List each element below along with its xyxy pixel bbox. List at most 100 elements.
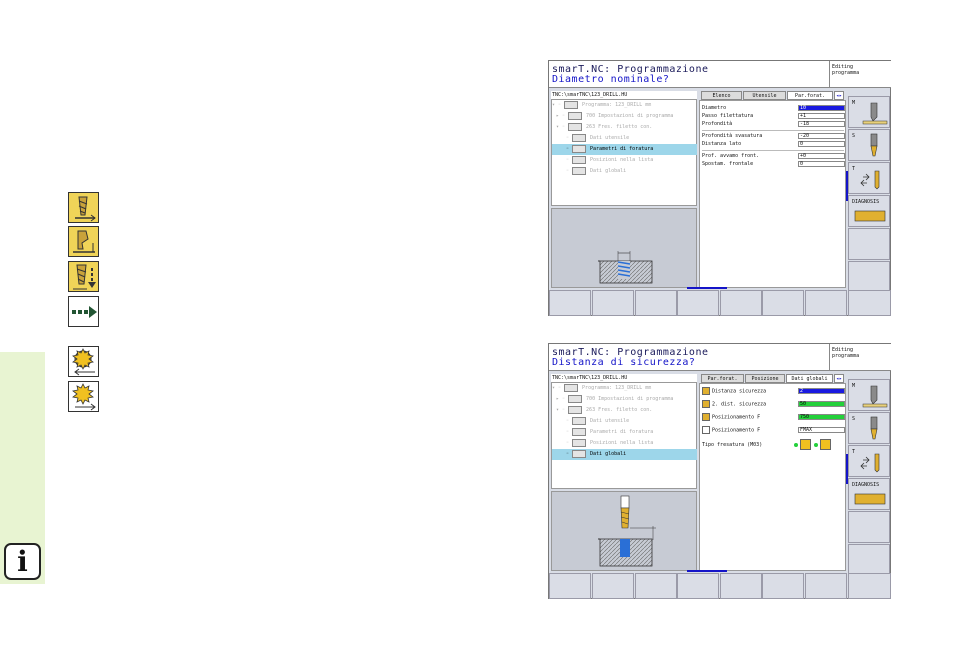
- form-row: Diametro 10: [702, 104, 846, 112]
- softkey-s[interactable]: S: [848, 129, 890, 161]
- screen-prompt: Distanza di sicurezza?: [552, 357, 696, 368]
- tree-item[interactable]: ▸ ◦ 700 Impostazioni di programma: [552, 111, 697, 122]
- tree-item[interactable]: ◦ Posizioni nella lista: [552, 438, 697, 449]
- tree-item[interactable]: ◦ Dati utensile: [552, 133, 697, 144]
- softkey-h1[interactable]: [549, 290, 591, 316]
- tab-utensile[interactable]: Utensile: [743, 91, 786, 100]
- tab-dati-globali[interactable]: Dati globali: [786, 374, 833, 383]
- safety-distance-field[interactable]: 2: [798, 388, 845, 394]
- program-tree: ▾ ◦ Programma: 123_DRILL mm ▸ ◦ 700 Impo…: [551, 99, 697, 206]
- field-label: Prof. avvamo front.: [702, 153, 760, 159]
- softkey-h3[interactable]: [635, 573, 677, 599]
- tree-item[interactable]: ▸ ◦ 700 Impostazioni di programma: [552, 394, 697, 405]
- softkey-s[interactable]: S: [848, 412, 890, 444]
- field-label: Profondità svasatura: [702, 133, 763, 139]
- second-safety-icon: [702, 400, 710, 408]
- feed-positioning-field[interactable]: 750: [798, 414, 845, 420]
- graphic-preview: [551, 208, 697, 288]
- softkey-h1[interactable]: [549, 573, 591, 599]
- softkey-m[interactable]: M: [848, 379, 890, 411]
- info-icon[interactable]: i: [4, 543, 41, 580]
- second-safety-field[interactable]: 50: [798, 401, 845, 407]
- tree-item[interactable]: ◦ Posizioni nella lista: [552, 155, 697, 166]
- countersink-depth-field[interactable]: -20: [798, 133, 845, 139]
- softkey-diagnosis[interactable]: DIAGNOSIS: [848, 478, 890, 510]
- form-row: Profondità svasatura -20: [702, 132, 846, 140]
- tree-item[interactable]: ◦ Dati globali: [552, 166, 697, 177]
- field-label: Passo filettatura: [702, 113, 754, 119]
- field-label: Posizionamento F: [712, 414, 761, 421]
- softkey-h8[interactable]: [848, 290, 891, 316]
- softkey-h4[interactable]: [677, 573, 719, 599]
- divider: [702, 130, 844, 131]
- softkey-empty-5[interactable]: [848, 511, 890, 543]
- form-row: Posizionamento F 750: [702, 413, 846, 421]
- softkey-empty-6[interactable]: [848, 261, 890, 293]
- front-offset-field[interactable]: 0: [798, 161, 845, 167]
- thread-pitch-field[interactable]: +1: [798, 113, 845, 119]
- softkey-empty-6[interactable]: [848, 544, 890, 576]
- softkey-h6[interactable]: [762, 290, 804, 316]
- softkey-h2[interactable]: [592, 573, 634, 599]
- tnc-screen-2: smarT.NC: Programmazione Distanza di sic…: [548, 343, 891, 599]
- form-row: Passo filettatura +1: [702, 112, 846, 120]
- softkey-m[interactable]: M: [848, 96, 890, 128]
- softkey-h2[interactable]: [592, 290, 634, 316]
- tab-posizione[interactable]: Posizione: [745, 374, 785, 383]
- side-distance-field[interactable]: 0: [798, 141, 845, 147]
- drill-thread-icon: [68, 192, 99, 223]
- softkey-h6[interactable]: [762, 573, 804, 599]
- tree-item[interactable]: ▾ ◦ 263 Fres. filetto con.: [552, 122, 697, 133]
- depth-field[interactable]: -18: [798, 121, 845, 127]
- rapid-positioning-field[interactable]: FMAX: [798, 427, 845, 433]
- active-softbar-indicator: [687, 287, 727, 289]
- screen-header: smarT.NC: Programmazione Distanza di sic…: [549, 344, 830, 371]
- softkey-h3[interactable]: [635, 290, 677, 316]
- milling-type-radio-1[interactable]: [794, 443, 798, 447]
- tree-item[interactable]: ◦ Parametri di foratura: [552, 427, 697, 438]
- tool-icon: [870, 416, 878, 440]
- front-depth-field[interactable]: +0: [798, 153, 845, 159]
- drill-step-icon: [68, 261, 99, 292]
- softkey-h7[interactable]: [805, 290, 847, 316]
- climb-milling-icon[interactable]: [800, 439, 811, 450]
- tab-scroll-icon[interactable]: ◂▸: [834, 374, 844, 383]
- tree-item[interactable]: ▾ ◦ Programma: 123_DRILL mm: [552, 383, 697, 394]
- softkey-h5[interactable]: [720, 573, 762, 599]
- mode-line-2: programma: [832, 353, 860, 359]
- softkey-h8[interactable]: [848, 573, 891, 599]
- tree-item[interactable]: ◦ Dati utensile: [552, 416, 697, 427]
- milling-type-radio-2[interactable]: [814, 443, 818, 447]
- tab-elenco[interactable]: Elenco: [701, 91, 742, 100]
- tab-scroll-icon[interactable]: ◂▸: [834, 91, 844, 100]
- diameter-field[interactable]: 10: [798, 105, 845, 111]
- tab-par-forat[interactable]: Par.forat.: [787, 91, 833, 100]
- tab-par-forat[interactable]: Par.forat.: [701, 374, 744, 383]
- softkey-t[interactable]: T: [848, 162, 890, 194]
- tool-change-icon: [860, 453, 880, 473]
- tree-item[interactable]: ▾ ◦ 263 Fres. filetto con.: [552, 405, 697, 416]
- parameter-form: Distanza sicurezza 2 2. dist. sicurezza 50…: [699, 383, 846, 571]
- tree-item-selected[interactable]: ◦ Parametri di foratura: [552, 144, 697, 155]
- mode-line-2: programma: [832, 70, 860, 76]
- softkey-h4[interactable]: [677, 290, 719, 316]
- divider: [702, 150, 844, 151]
- conventional-milling-icon[interactable]: [820, 439, 831, 450]
- softkey-t[interactable]: T: [848, 445, 890, 477]
- softkey-h5[interactable]: [720, 290, 762, 316]
- softkey-diagnosis[interactable]: DIAGNOSIS: [848, 195, 890, 227]
- form-row: Distanza lato 0: [702, 140, 846, 148]
- tree-item-selected[interactable]: ◦ Dati globali: [552, 449, 697, 460]
- field-label: Profondità: [702, 121, 733, 127]
- softkey-h7[interactable]: [805, 573, 847, 599]
- form-row: Prof. avvamo front. +0: [702, 152, 846, 160]
- tree-item[interactable]: ▾ ◦ Programma: 123_DRILL mm: [552, 100, 697, 111]
- diagnosis-icon: [854, 210, 886, 222]
- horizontal-softkeys: [549, 573, 892, 599]
- program-tree: ▾ ◦ Programma: 123_DRILL mm ▸ ◦ 700 Impo…: [551, 382, 697, 489]
- softkey-empty-5[interactable]: [848, 228, 890, 260]
- field-label: Diametro: [702, 105, 727, 111]
- mill-conventional-icon: [68, 381, 99, 412]
- rapid-positioning-icon: [702, 426, 710, 434]
- diagnosis-icon: [854, 493, 886, 505]
